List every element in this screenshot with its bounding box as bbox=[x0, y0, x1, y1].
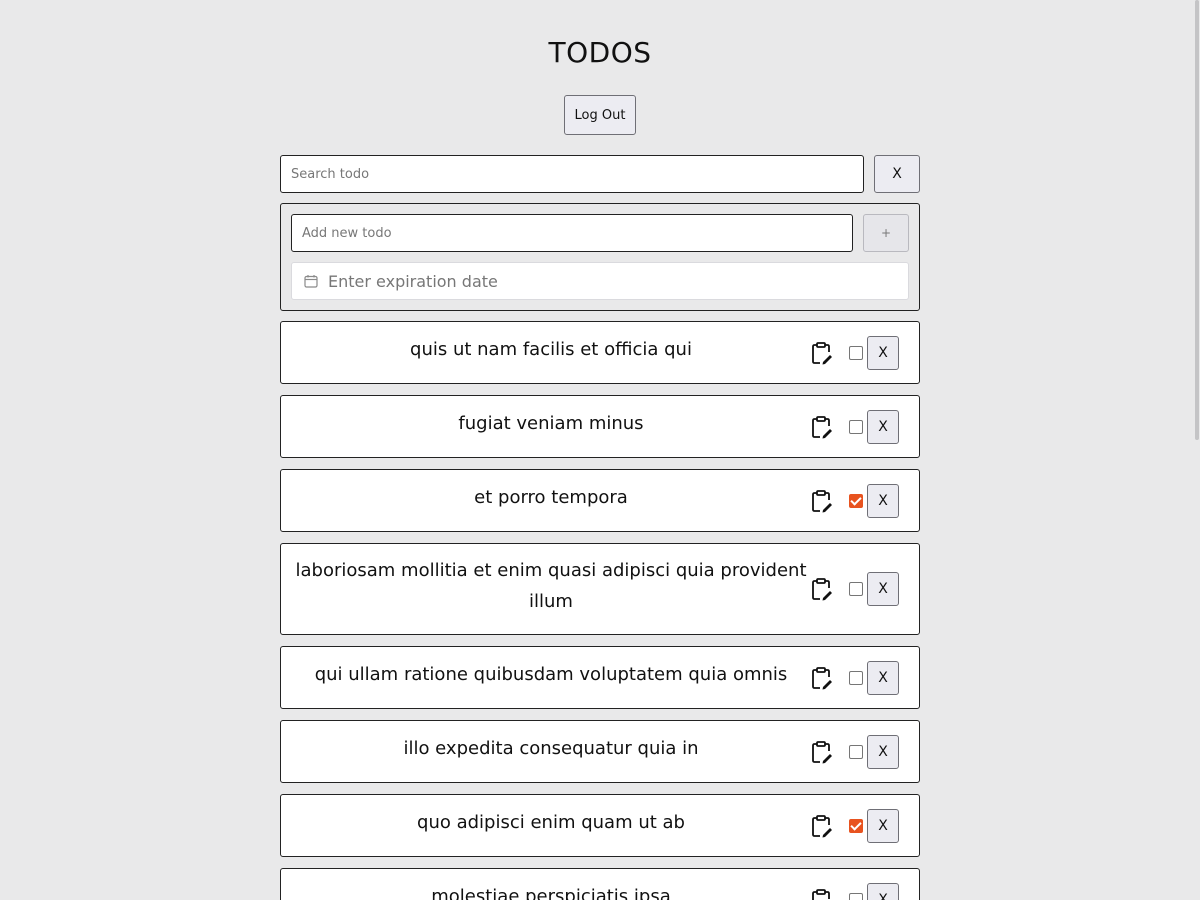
todo-complete-checkbox[interactable] bbox=[849, 892, 863, 900]
expiration-date-input[interactable] bbox=[326, 270, 890, 292]
todo-complete-checkbox[interactable] bbox=[849, 345, 863, 360]
logout-button[interactable]: Log Out bbox=[564, 95, 636, 135]
todo-item: molestiae perspiciatis ipsa X bbox=[280, 868, 920, 900]
todo-complete-checkbox[interactable] bbox=[849, 670, 863, 685]
calendar-icon bbox=[304, 275, 318, 288]
todo-delete-button[interactable]: X bbox=[867, 808, 899, 843]
todo-list: quis ut nam facilis et officia qui Xfugia… bbox=[280, 321, 920, 900]
todo-complete-checkbox[interactable] bbox=[849, 818, 863, 833]
todo-complete-checkbox[interactable] bbox=[849, 493, 863, 508]
search-input[interactable] bbox=[280, 155, 864, 193]
todo-text: quo adipisci enim quam ut ab bbox=[417, 812, 685, 833]
clipboard-edit-icon[interactable] bbox=[809, 415, 833, 439]
clipboard-edit-icon[interactable] bbox=[809, 577, 833, 601]
todo-text: et porro tempora bbox=[474, 487, 628, 508]
todo-complete-checkbox[interactable] bbox=[849, 582, 863, 596]
new-todo-input[interactable] bbox=[291, 214, 853, 252]
add-todo-button[interactable]: + bbox=[863, 214, 909, 252]
clipboard-edit-icon[interactable] bbox=[809, 666, 833, 690]
todo-delete-button[interactable]: X bbox=[867, 335, 899, 370]
todo-text: qui ullam ratione quibusdam voluptatem q… bbox=[314, 664, 788, 685]
todo-delete-button[interactable]: X bbox=[867, 734, 899, 769]
todo-text: quis ut nam facilis et officia qui bbox=[410, 339, 692, 360]
todo-text: fugiat veniam minus bbox=[458, 413, 644, 434]
todo-text: laboriosam mollitia et enim quasi adipis… bbox=[295, 560, 807, 612]
clipboard-edit-icon[interactable] bbox=[809, 740, 833, 764]
clipboard-edit-icon[interactable] bbox=[809, 888, 833, 900]
todo-complete-checkbox[interactable] bbox=[849, 419, 863, 434]
todo-item: quo adipisci enim quam ut ab X bbox=[280, 794, 920, 857]
page-title: TODOS bbox=[548, 36, 652, 69]
todo-delete-button[interactable]: X bbox=[867, 882, 899, 900]
todo-delete-button[interactable]: X bbox=[867, 483, 899, 518]
todo-item: illo expedita consequatur quia in X bbox=[280, 720, 920, 783]
todo-delete-button[interactable]: X bbox=[867, 572, 899, 606]
todo-text: molestiae perspiciatis ipsa bbox=[431, 886, 671, 900]
todo-item: fugiat veniam minus X bbox=[280, 395, 920, 458]
todo-item: quis ut nam facilis et officia qui X bbox=[280, 321, 920, 384]
search-clear-button[interactable]: X bbox=[874, 155, 920, 193]
todo-delete-button[interactable]: X bbox=[867, 660, 899, 695]
expiration-date-field[interactable] bbox=[291, 262, 909, 300]
clipboard-edit-icon[interactable] bbox=[809, 341, 833, 365]
page-scrollbar[interactable] bbox=[1194, 0, 1200, 900]
todo-delete-button[interactable]: X bbox=[867, 409, 899, 444]
add-todo-form: + bbox=[280, 203, 920, 311]
todo-item: qui ullam ratione quibusdam voluptatem q… bbox=[280, 646, 920, 709]
todo-app: TODOS Log Out X + quis ut nam facilis et… bbox=[0, 0, 1200, 900]
todo-item: et porro tempora X bbox=[280, 469, 920, 532]
scrollbar-thumb[interactable] bbox=[1195, 0, 1199, 440]
todo-item: laboriosam mollitia et enim quasi adipis… bbox=[280, 543, 920, 635]
todo-text: illo expedita consequatur quia in bbox=[403, 738, 699, 759]
clipboard-edit-icon[interactable] bbox=[809, 489, 833, 513]
clipboard-edit-icon[interactable] bbox=[809, 814, 833, 838]
todo-complete-checkbox[interactable] bbox=[849, 744, 863, 759]
